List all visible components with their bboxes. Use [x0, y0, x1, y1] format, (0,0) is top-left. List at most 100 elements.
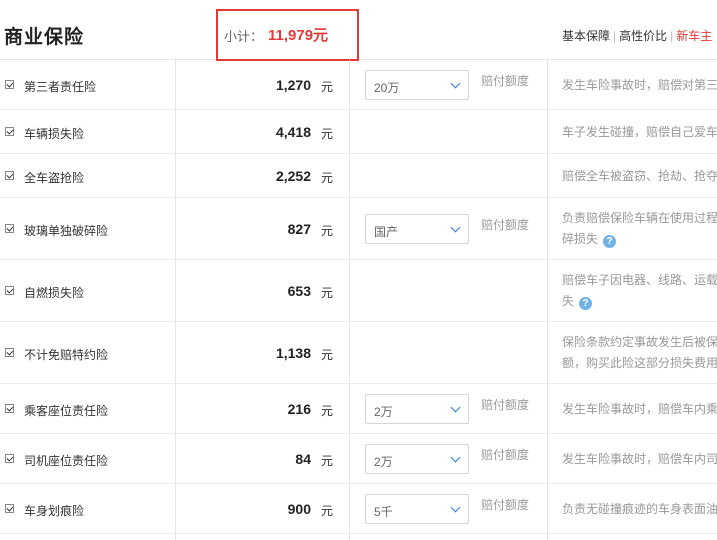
description-text: 发生车险事故时，赔偿对第三	[562, 77, 717, 92]
description-line: 碎损失?	[562, 229, 717, 250]
help-icon[interactable]: ?	[603, 235, 617, 248]
insurance-checkbox[interactable]	[5, 348, 14, 357]
insurance-name: 车辆损失险	[24, 127, 85, 141]
description-text: 额，购买此险这部分损失费用	[562, 356, 717, 370]
description-text: 失	[562, 294, 575, 308]
insurance-description: 发生车险事故时，赔偿车内司	[562, 449, 717, 470]
coverage-select-value: 20万	[374, 81, 400, 95]
description-text: 负责无碰撞痕迹的车身表面油	[562, 501, 717, 516]
subtotal-label: 小计：	[224, 29, 264, 44]
description-text: 赔偿全车被盗窃、抢劫、抢夺	[562, 168, 717, 183]
insurance-name: 第三者责任险	[24, 80, 97, 94]
insurance-name: 玻璃单独破碎险	[24, 224, 109, 238]
coverage-label: 赔付额度	[481, 218, 530, 232]
insurance-checkbox[interactable]	[5, 286, 14, 295]
coverage-select[interactable]: 2万	[365, 394, 469, 424]
help-icon[interactable]: ?	[579, 297, 593, 310]
price-unit: 元	[321, 504, 334, 518]
tab-value[interactable]: 高性价比	[619, 29, 667, 43]
coverage-label: 赔付额度	[481, 398, 530, 412]
insurance-description: 负责赔偿保险车辆在使用过程 碎损失?	[562, 208, 717, 250]
insurance-name: 车身划痕险	[24, 504, 85, 518]
coverage-label: 赔付额度	[481, 74, 530, 88]
insurance-name: 司机座位责任险	[24, 454, 109, 468]
tab-basic[interactable]: 基本保障	[562, 29, 610, 43]
insurance-checkbox[interactable]	[5, 80, 14, 89]
price-unit: 元	[321, 80, 334, 94]
price-unit: 元	[321, 171, 334, 185]
plan-tabs: 基本保障 | 高性价比 | 新车主	[562, 27, 712, 44]
coverage-label: 赔付额度	[481, 448, 530, 462]
description-line: 负责赔偿保险车辆在使用过程	[562, 208, 717, 229]
insurance-name: 乘客座位责任险	[24, 404, 109, 418]
insurance-name: 自燃损失险	[24, 286, 85, 300]
subtotal-value: 11,979元	[268, 27, 329, 44]
description-line: 发生车险事故时，赔偿车内司	[562, 449, 717, 470]
coverage-select[interactable]: 国产	[365, 214, 469, 244]
price-unit: 元	[321, 348, 334, 362]
description-line: 负责无碰撞痕迹的车身表面油	[562, 499, 717, 520]
insurance-description: 赔偿车子因电器、线路、运载失?	[562, 270, 717, 312]
insurance-description: 保险条款约定事故发生后被保 额，购买此险这部分损失费用	[562, 332, 717, 374]
insurance-price: 84	[295, 451, 311, 467]
insurance-checkbox[interactable]	[5, 504, 14, 513]
coverage-select[interactable]: 2万	[365, 444, 469, 474]
tab-separator: |	[670, 29, 674, 43]
coverage-select-value: 2万	[374, 405, 393, 419]
coverage-select[interactable]: 5千	[365, 494, 469, 524]
page-title: 商业保险	[4, 27, 85, 48]
insurance-description: 车子发生碰撞，赔偿自己爱车	[562, 122, 717, 143]
insurance-checkbox[interactable]	[5, 454, 14, 463]
insurance-price: 653	[287, 283, 311, 299]
price-unit: 元	[321, 286, 334, 300]
insurance-price: 216	[287, 401, 311, 417]
header: 商业保险 小计： 11,979元 基本保障 | 高性价比 | 新车主	[0, 0, 717, 61]
insurance-checkbox[interactable]	[5, 127, 14, 136]
description-line: 赔偿全车被盗窃、抢劫、抢夺	[562, 166, 717, 187]
insurance-checkbox[interactable]	[5, 404, 14, 413]
insurance-price: 900	[287, 501, 311, 517]
price-unit: 元	[321, 127, 334, 141]
description-line: 赔偿车子因电器、线路、运载	[562, 270, 717, 291]
insurance-price: 1,270	[275, 77, 311, 93]
insurance-description: 发生车险事故时，赔偿车内乘	[562, 399, 717, 420]
insurance-description: 赔偿全车被盗窃、抢劫、抢夺	[562, 166, 717, 187]
description-text: 负责赔偿保险车辆在使用过程	[562, 211, 717, 225]
insurance-price: 1,138	[275, 345, 311, 361]
description-line: 额，购买此险这部分损失费用	[562, 353, 717, 374]
description-line: 车子发生碰撞，赔偿自己爱车	[562, 122, 717, 143]
description-line: 发生车险事故时，赔偿车内乘	[562, 399, 717, 420]
coverage-select[interactable]: 20万	[365, 70, 469, 100]
insurance-price: 4,418	[275, 124, 311, 140]
description-line: 发生车险事故时，赔偿对第三	[562, 75, 717, 96]
coverage-select-value: 2万	[374, 455, 393, 469]
description-line: 保险条款约定事故发生后被保	[562, 332, 717, 353]
description-line: 失?	[562, 291, 717, 312]
insurance-checkbox[interactable]	[5, 171, 14, 180]
insurance-description: 负责无碰撞痕迹的车身表面油	[562, 499, 717, 520]
description-text: 保险条款约定事故发生后被保	[562, 335, 717, 349]
description-text: 发生车险事故时，赔偿车内司	[562, 451, 717, 466]
tab-new-owner[interactable]: 新车主	[676, 29, 712, 43]
chevron-down-icon	[450, 502, 461, 513]
chevron-down-icon	[450, 222, 461, 233]
chevron-down-icon	[450, 402, 461, 413]
description-text: 赔偿车子因电器、线路、运载	[562, 273, 717, 287]
coverage-label: 赔付额度	[481, 498, 530, 512]
tab-separator: |	[613, 29, 617, 43]
chevron-down-icon	[450, 78, 461, 89]
price-unit: 元	[321, 404, 334, 418]
chevron-down-icon	[450, 452, 461, 463]
insurance-checkbox[interactable]	[5, 224, 14, 233]
description-text: 车子发生碰撞，赔偿自己爱车	[562, 124, 717, 139]
description-text: 碎损失	[562, 232, 599, 246]
description-text: 发生车险事故时，赔偿车内乘	[562, 401, 717, 416]
price-unit: 元	[321, 454, 334, 468]
insurance-description: 发生车险事故时，赔偿对第三	[562, 75, 717, 96]
coverage-select-value: 5千	[374, 505, 393, 519]
insurance-name: 不计免赔特约险	[24, 348, 109, 362]
insurance-price: 827	[287, 221, 311, 237]
price-unit: 元	[321, 224, 334, 238]
insurance-name: 全车盗抢险	[24, 171, 85, 185]
insurance-price: 2,252	[275, 168, 311, 184]
